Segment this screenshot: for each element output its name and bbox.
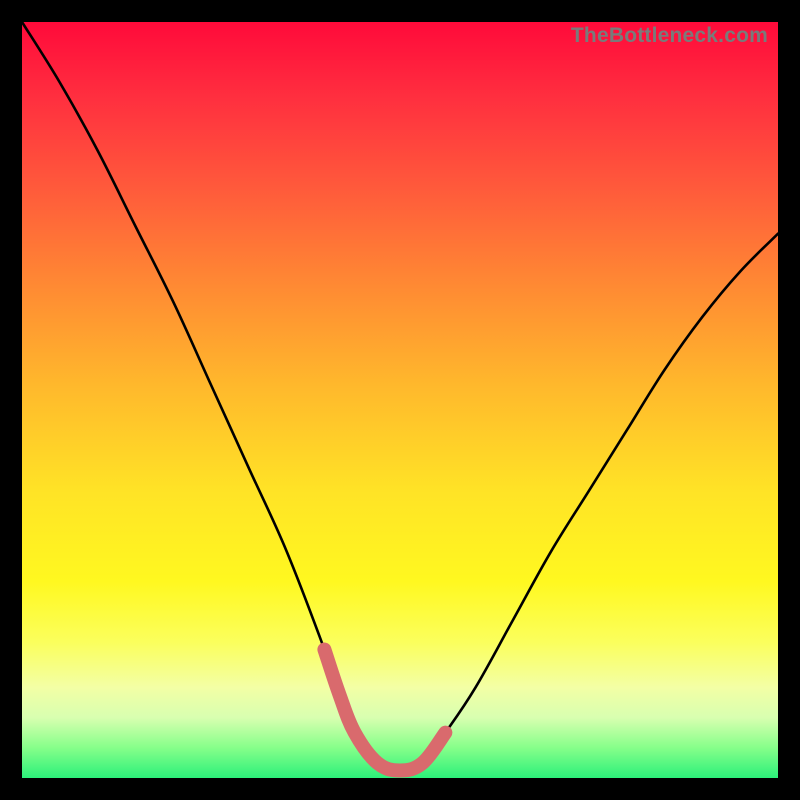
optimal-range-marker [22,22,778,778]
plot-area: TheBottleneck.com [22,22,778,778]
watermark-text: TheBottleneck.com [571,24,768,48]
chart-frame: TheBottleneck.com [0,0,800,800]
